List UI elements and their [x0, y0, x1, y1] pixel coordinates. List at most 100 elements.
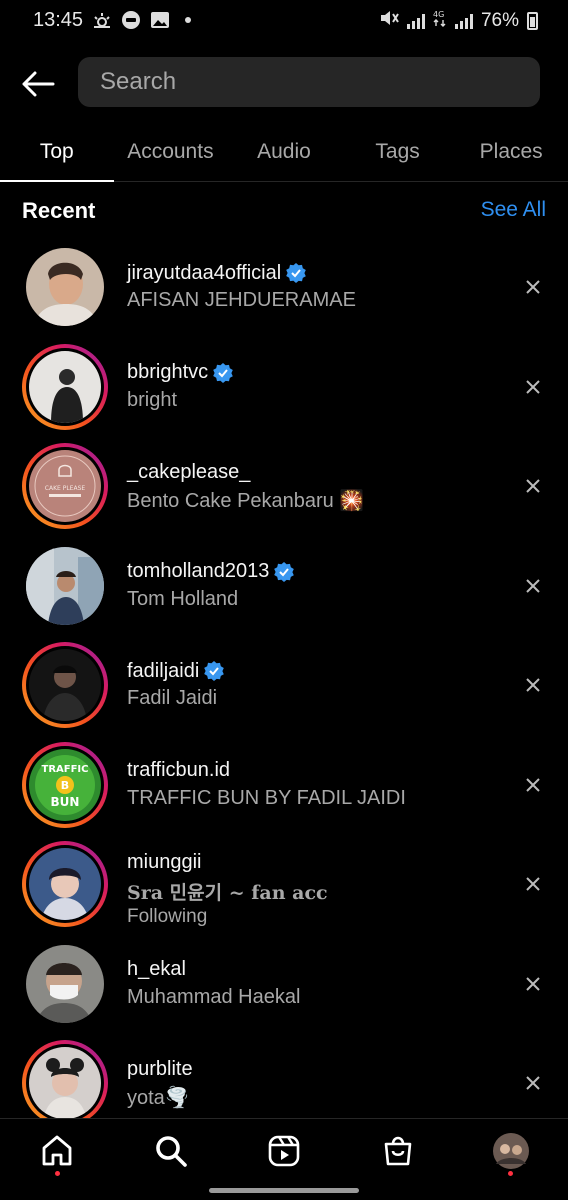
- tab-places[interactable]: Places: [454, 124, 568, 181]
- tab-audio[interactable]: Audio: [227, 124, 341, 181]
- remove-button[interactable]: [522, 674, 544, 696]
- search-tabs: Top Accounts Audio Tags Places: [0, 124, 568, 182]
- avatar[interactable]: [22, 1040, 108, 1126]
- following-label: Following: [127, 906, 208, 927]
- weather-icon: [92, 10, 112, 30]
- full-name: bright: [127, 388, 178, 411]
- nav-profile[interactable]: [491, 1131, 531, 1171]
- signal-icon: [406, 13, 425, 29]
- avatar[interactable]: CAKE PLEASE: [22, 443, 108, 529]
- full-name: Muhammad Haekal: [127, 985, 301, 1008]
- username: miunggii: [127, 850, 202, 873]
- nav-home[interactable]: [37, 1131, 77, 1171]
- gallery-icon: [150, 10, 170, 30]
- username: jirayutdaa4official: [127, 260, 356, 286]
- username: trafficbun.id: [127, 759, 231, 781]
- avatar[interactable]: [22, 941, 108, 1027]
- remove-button[interactable]: [522, 475, 544, 497]
- recent-heading: Recent: [22, 198, 96, 223]
- verified-badge-icon: [213, 362, 233, 383]
- close-icon: [526, 578, 540, 593]
- signal-icon-2: [454, 13, 473, 29]
- avatar[interactable]: [22, 642, 108, 728]
- cake-logo-text: CAKE PLEASE: [45, 485, 86, 492]
- verified-badge-icon: [204, 661, 225, 681]
- close-icon: [526, 678, 540, 692]
- traffic-logo-top: TRAFFIC: [42, 764, 89, 775]
- reels-icon: [268, 1135, 300, 1167]
- full-name: Bento Cake Pekanbaru 🎇: [127, 490, 365, 512]
- username: tomholland2013: [127, 559, 295, 585]
- full-name: TRAFFIC BUN BY FADIL JAIDI: [127, 786, 406, 809]
- list-item[interactable]: jirayutdaa4official AFISAN JEHDUERAMAE: [0, 236, 568, 336]
- remove-button[interactable]: [522, 973, 544, 995]
- nav-shop[interactable]: [378, 1131, 418, 1171]
- avatar[interactable]: B TRAFFIC BUN: [22, 741, 108, 828]
- close-icon: [526, 976, 540, 991]
- list-item[interactable]: fadiljaidi Fadil Jaidi: [0, 634, 568, 734]
- nav-search[interactable]: [151, 1131, 191, 1171]
- close-icon: [526, 877, 540, 891]
- more-notifications-dot: [185, 17, 191, 23]
- status-time: 13:45: [33, 9, 84, 31]
- full-name: AFISAN JEHDUERAMAE: [127, 289, 356, 311]
- remove-button[interactable]: [522, 376, 544, 398]
- recent-list: jirayutdaa4official AFISAN JEHDUERAMAE b…: [0, 236, 568, 1132]
- message-icon: [121, 10, 141, 30]
- home-notification-dot: [55, 1171, 60, 1176]
- full-name: yota🌪️: [127, 1087, 190, 1109]
- remove-button[interactable]: [522, 774, 544, 796]
- see-all-link[interactable]: See All: [481, 198, 546, 222]
- close-icon: [526, 777, 540, 792]
- gesture-bar[interactable]: [209, 1188, 359, 1193]
- profile-avatar: [493, 1133, 529, 1169]
- remove-button[interactable]: [522, 1072, 544, 1094]
- tab-tags[interactable]: Tags: [341, 124, 455, 181]
- arrow-left-icon: [22, 71, 55, 97]
- back-button[interactable]: [20, 66, 56, 102]
- username: purblite: [127, 1057, 193, 1080]
- mute-icon: [379, 9, 399, 33]
- search-icon: [156, 1136, 187, 1167]
- full-name: Tom Holland: [127, 587, 239, 610]
- nav-reels[interactable]: [264, 1131, 304, 1171]
- verified-badge-icon: [274, 561, 295, 582]
- tab-accounts[interactable]: Accounts: [114, 124, 228, 181]
- list-item[interactable]: miunggii 𝐒𝐫𝐚 민윤기 ~ 𝐟𝐚𝐧 𝐚𝐜𝐜 Following: [0, 833, 568, 933]
- remove-button[interactable]: [522, 873, 544, 895]
- full-name: 𝐒𝐫𝐚 민윤기 ~ 𝐟𝐚𝐧 𝐚𝐜𝐜: [127, 882, 328, 904]
- avatar[interactable]: [22, 244, 108, 330]
- network-4g-icon: 4G: [433, 9, 447, 33]
- svg-text:4G: 4G: [433, 10, 444, 19]
- list-item[interactable]: CAKE PLEASE _cakeplease_ Bento Cake Peka…: [0, 435, 568, 535]
- tab-top[interactable]: Top: [0, 124, 114, 182]
- home-icon: [42, 1135, 72, 1166]
- list-item[interactable]: B TRAFFIC BUN trafficbun.id TRAFFIC BUN BY…: [0, 734, 568, 834]
- avatar[interactable]: [22, 841, 108, 927]
- svg-text:B: B: [61, 779, 69, 792]
- close-icon: [526, 479, 540, 493]
- status-bar: 13:45 4G 76%: [0, 0, 568, 44]
- username: h_ekal: [127, 958, 186, 980]
- shop-icon: [384, 1136, 412, 1166]
- close-icon: [526, 379, 540, 394]
- search-field[interactable]: [78, 57, 540, 107]
- search-input[interactable]: [78, 57, 540, 107]
- close-icon: [526, 280, 540, 294]
- status-notification-icons: [92, 10, 191, 30]
- battery-percent: 76%: [480, 10, 519, 31]
- remove-button[interactable]: [522, 276, 544, 298]
- avatar[interactable]: [22, 343, 108, 430]
- verified-badge-icon: [286, 263, 306, 283]
- list-item[interactable]: h_ekal Muhammad Haekal: [0, 933, 568, 1033]
- profile-notification-dot: [508, 1171, 513, 1176]
- full-name: Fadil Jaidi: [127, 687, 218, 709]
- username: _cakeplease_: [127, 460, 251, 483]
- avatar[interactable]: [22, 543, 108, 629]
- traffic-logo-bottom: BUN: [51, 795, 80, 809]
- remove-button[interactable]: [522, 575, 544, 597]
- list-item[interactable]: tomholland2013 Tom Holland: [0, 535, 568, 635]
- battery-icon: [527, 12, 538, 30]
- list-item[interactable]: purblite yota🌪️: [0, 1032, 568, 1132]
- list-item[interactable]: bbrightvc bright: [0, 336, 568, 436]
